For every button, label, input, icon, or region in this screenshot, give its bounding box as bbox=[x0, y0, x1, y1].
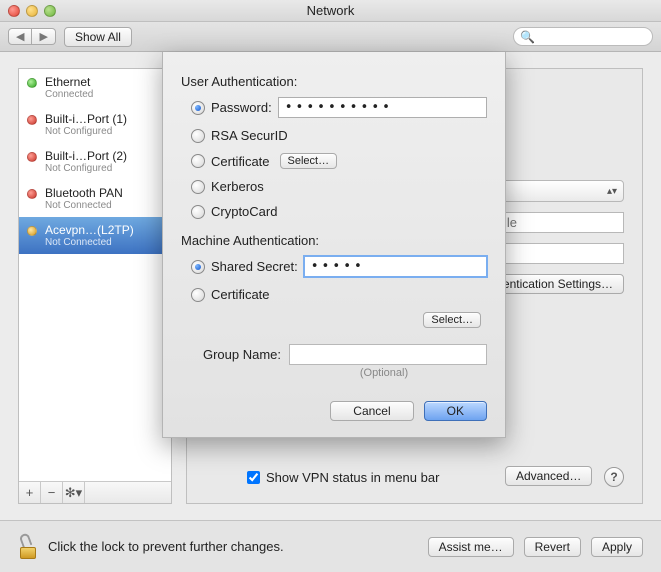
search-field[interactable]: 🔍 bbox=[513, 27, 653, 46]
cryptocard-radio[interactable] bbox=[191, 205, 205, 219]
show-vpn-status-checkbox[interactable] bbox=[247, 471, 260, 484]
back-button[interactable]: ◀ bbox=[8, 28, 32, 45]
group-name-label: Group Name: bbox=[181, 347, 281, 362]
status-dot-icon bbox=[27, 189, 37, 199]
titlebar: Network bbox=[0, 0, 661, 22]
service-list: Ethernet Connected Built-i…Port (1) Not … bbox=[19, 69, 171, 481]
add-service-button[interactable]: + bbox=[19, 482, 41, 503]
shared-secret-label: Shared Secret: bbox=[211, 259, 298, 274]
user-certificate-label: Certificate bbox=[211, 154, 270, 169]
cryptocard-label: CryptoCard bbox=[211, 204, 277, 219]
apply-button[interactable]: Apply bbox=[591, 537, 643, 557]
sheet-button-row: Cancel OK bbox=[181, 401, 487, 421]
password-field[interactable]: •••••••••• bbox=[278, 97, 487, 118]
sidebar-item-builtin-port-1[interactable]: Built-i…Port (1) Not Configured bbox=[19, 106, 171, 143]
user-auth-heading: User Authentication: bbox=[181, 74, 487, 89]
machine-auth-options: Shared Secret: ••••• Certificate Select… bbox=[191, 256, 487, 328]
sidebar-item-title: Bluetooth PAN bbox=[45, 186, 123, 200]
sidebar-item-acevpn-l2tp[interactable]: Acevpn…(L2TP) Not Connected bbox=[19, 217, 171, 254]
password-radio[interactable] bbox=[191, 101, 205, 115]
machine-cert-select-row: Select… bbox=[191, 312, 487, 328]
machine-auth-shared-secret-row: Shared Secret: ••••• bbox=[191, 256, 487, 277]
status-dot-icon bbox=[27, 152, 37, 162]
machine-certificate-select-button[interactable]: Select… bbox=[423, 312, 481, 328]
user-certificate-select-button[interactable]: Select… bbox=[280, 153, 338, 169]
assist-me-button[interactable]: Assist me… bbox=[428, 537, 514, 557]
user-auth-options: Password: •••••••••• RSA SecurID Certifi… bbox=[191, 97, 487, 219]
lock-text: Click the lock to prevent further change… bbox=[48, 539, 284, 554]
nav-segment: ◀ ▶ bbox=[8, 28, 56, 45]
sidebar-toolbar: + − ✻▾ bbox=[19, 481, 171, 503]
user-auth-password-row: Password: •••••••••• bbox=[191, 97, 487, 118]
services-sidebar: Ethernet Connected Built-i…Port (1) Not … bbox=[18, 68, 172, 504]
kerberos-radio[interactable] bbox=[191, 180, 205, 194]
sidebar-item-sub: Not Configured bbox=[45, 126, 127, 137]
group-name-field[interactable] bbox=[289, 344, 487, 365]
group-name-row: Group Name: bbox=[181, 344, 487, 365]
machine-auth-certificate-row: Certificate bbox=[191, 287, 487, 302]
user-auth-cryptocard-row: CryptoCard bbox=[191, 204, 487, 219]
kerberos-label: Kerberos bbox=[211, 179, 264, 194]
user-certificate-radio[interactable] bbox=[191, 154, 205, 168]
cancel-button[interactable]: Cancel bbox=[330, 401, 413, 421]
chevron-right-icon: ▶ bbox=[39, 31, 47, 43]
user-auth-rsa-row: RSA SecurID bbox=[191, 128, 487, 143]
sidebar-item-title: Ethernet bbox=[45, 75, 93, 89]
sidebar-item-title: Acevpn…(L2TP) bbox=[45, 223, 134, 237]
advanced-button[interactable]: Advanced… bbox=[505, 466, 592, 486]
window-title: Network bbox=[0, 3, 661, 18]
user-auth-certificate-row: Certificate Select… bbox=[191, 153, 487, 169]
advanced-row: Advanced… ? bbox=[505, 466, 624, 487]
machine-auth-heading: Machine Authentication: bbox=[181, 233, 487, 248]
show-all-button[interactable]: Show All bbox=[64, 27, 132, 47]
status-dot-icon bbox=[27, 78, 37, 88]
sidebar-item-title: Built-i…Port (1) bbox=[45, 112, 127, 126]
sidebar-item-title: Built-i…Port (2) bbox=[45, 149, 127, 163]
help-button[interactable]: ? bbox=[604, 467, 624, 487]
machine-certificate-label: Certificate bbox=[211, 287, 270, 302]
ok-button[interactable]: OK bbox=[424, 401, 487, 421]
sidebar-item-sub: Connected bbox=[45, 89, 93, 100]
remove-service-button[interactable]: − bbox=[41, 482, 63, 503]
show-vpn-row: Show VPN status in menu bar bbox=[247, 470, 439, 485]
status-dot-icon bbox=[27, 115, 37, 125]
search-icon: 🔍 bbox=[520, 30, 535, 44]
sidebar-item-sub: Not Connected bbox=[45, 200, 123, 211]
password-radio-label: Password: bbox=[211, 100, 272, 115]
bottom-bar: Click the lock to prevent further change… bbox=[0, 520, 661, 572]
sidebar-item-sub: Not Configured bbox=[45, 163, 127, 174]
toolbar: ◀ ▶ Show All 🔍 bbox=[0, 22, 661, 52]
status-dot-icon bbox=[27, 226, 37, 236]
forward-button[interactable]: ▶ bbox=[32, 28, 55, 45]
user-auth-kerberos-row: Kerberos bbox=[191, 179, 487, 194]
sidebar-item-bluetooth-pan[interactable]: Bluetooth PAN Not Connected bbox=[19, 180, 171, 217]
authentication-sheet: User Authentication: Password: •••••••••… bbox=[162, 52, 506, 438]
sidebar-toolbar-spacer bbox=[85, 482, 171, 503]
lock-icon[interactable] bbox=[18, 535, 38, 559]
rsa-securid-radio[interactable] bbox=[191, 129, 205, 143]
service-actions-button[interactable]: ✻▾ bbox=[63, 482, 85, 503]
show-vpn-status-label: Show VPN status in menu bar bbox=[266, 470, 439, 485]
shared-secret-field[interactable]: ••••• bbox=[304, 256, 487, 277]
rsa-securid-label: RSA SecurID bbox=[211, 128, 288, 143]
shared-secret-radio[interactable] bbox=[191, 260, 205, 274]
revert-button[interactable]: Revert bbox=[524, 537, 581, 557]
sidebar-item-ethernet[interactable]: Ethernet Connected bbox=[19, 69, 171, 106]
sidebar-item-builtin-port-2[interactable]: Built-i…Port (2) Not Configured bbox=[19, 143, 171, 180]
chevron-left-icon: ◀ bbox=[16, 31, 24, 43]
sidebar-item-sub: Not Connected bbox=[45, 237, 134, 248]
group-name-optional: (Optional) bbox=[281, 367, 487, 379]
updown-caret-icon: ▴▾ bbox=[607, 186, 617, 197]
machine-certificate-radio[interactable] bbox=[191, 288, 205, 302]
